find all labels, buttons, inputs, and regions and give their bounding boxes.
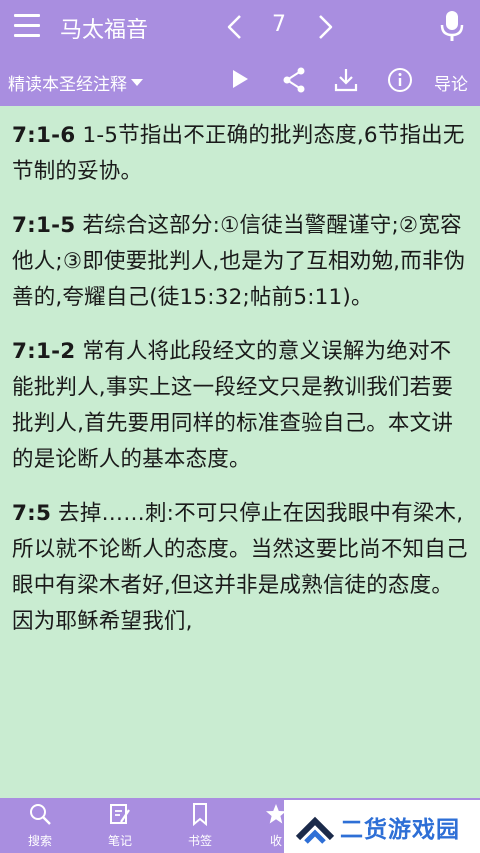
top-app-bar: 马太福音 7: [0, 0, 480, 54]
note-text: 常有人将此段经文的意义误解为绝对不能批判人,事实上这一段经文只是教训我们若要批判…: [12, 339, 454, 472]
next-chapter-icon[interactable]: [316, 14, 334, 40]
tab-notes-label: 笔记: [107, 834, 132, 848]
chevron-logo-icon: [295, 816, 335, 844]
tab-search[interactable]: 搜索: [8, 802, 72, 849]
commentary-note: 7:1-5 若综合这部分:①信徒当警醒谨守;②宽容他人;③即使要批判人,也是为了…: [0, 208, 480, 316]
play-icon[interactable]: [230, 67, 250, 91]
tab-bookmarks[interactable]: 书签: [168, 802, 232, 849]
commentary-note: 7:1-6 1-5节指出不正确的批判态度,6节指出无节制的妥协。: [0, 118, 480, 190]
info-icon[interactable]: [387, 67, 413, 93]
book-title[interactable]: 马太福音: [60, 12, 148, 44]
previous-chapter-icon[interactable]: [226, 14, 244, 40]
tab-search-label: 搜索: [27, 834, 52, 848]
commentary-toolbar: 精读本圣经注释 导论: [0, 54, 480, 106]
note-text: 1-5节指出不正确的批判态度,6节指出无节制的妥协。: [12, 123, 465, 184]
microphone-icon[interactable]: [440, 10, 464, 42]
download-icon[interactable]: [334, 67, 358, 93]
tab-bookmarks-label: 书签: [187, 834, 212, 848]
commentary-content[interactable]: 7:1-6 1-5节指出不正确的批判态度,6节指出无节制的妥协。 7:1-5 若…: [0, 106, 480, 798]
commentary-dropdown-label: 精读本圣经注释: [8, 75, 127, 95]
commentary-note: 7:5 去掉……刺:不可只停止在因我眼中有梁木,所以就不论断人的态度。当然这要比…: [0, 496, 480, 640]
verse-reference[interactable]: 7:1-6: [12, 123, 75, 148]
commentary-dropdown[interactable]: 精读本圣经注释: [8, 70, 143, 95]
search-icon: [30, 804, 51, 825]
introduction-button[interactable]: 导论: [434, 70, 468, 95]
commentary-note: 7:1-2 常有人将此段经文的意义误解为绝对不能批判人,事实上这一段经文只是教训…: [0, 334, 480, 478]
caret-down-icon: [131, 79, 143, 86]
note-text: 去掉……刺:不可只停止在因我眼中有梁木,所以就不论断人的态度。当然这要比尚不知自…: [12, 501, 468, 634]
verse-reference[interactable]: 7:5: [12, 501, 51, 526]
menu-icon[interactable]: [14, 14, 40, 38]
bookmark-icon: [193, 803, 207, 827]
verse-reference[interactable]: 7:1-2: [12, 339, 75, 364]
note-icon: [110, 804, 130, 824]
watermark-logo: 二货游戏园: [284, 800, 480, 853]
watermark-text: 二货游戏园: [340, 817, 460, 843]
verse-reference[interactable]: 7:1-5: [12, 213, 75, 238]
tab-notes[interactable]: 笔记: [88, 802, 152, 849]
share-icon[interactable]: [282, 67, 306, 93]
note-text: 若综合这部分:①信徒当警醒谨守;②宽容他人;③即使要批判人,也是为了互相劝勉,而…: [12, 213, 466, 310]
chapter-number[interactable]: 7: [272, 12, 286, 37]
